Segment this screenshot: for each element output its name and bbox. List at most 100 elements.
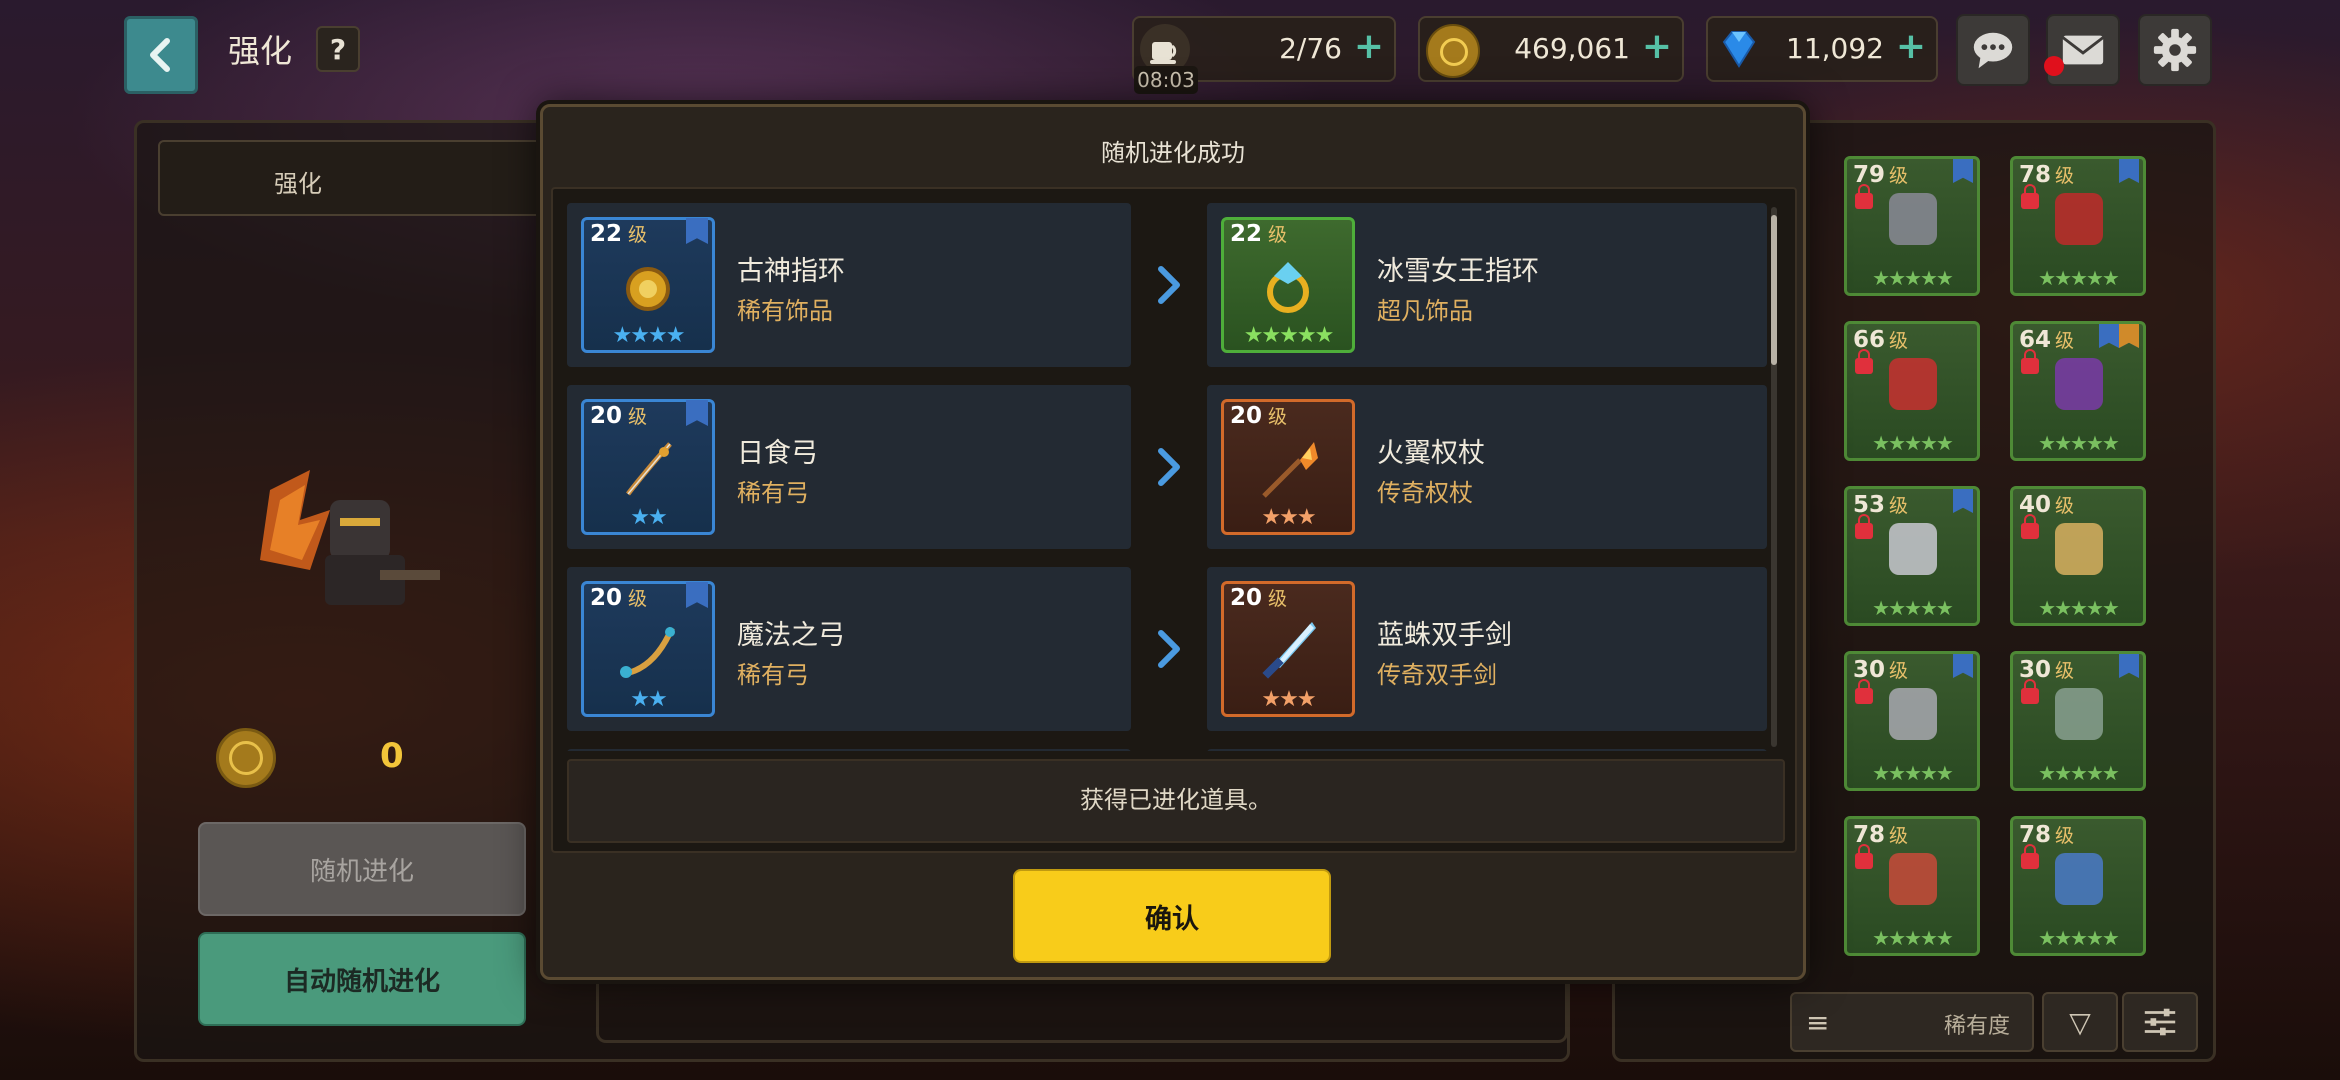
character-sprite bbox=[230, 450, 470, 630]
dialog-body: 22 级 ★★★★ 古神指环 稀有饰品 22 级 ★★★★★ 冰雪女王指环 超凡饰品 20 级 ★★ 日食… bbox=[551, 187, 1797, 853]
evolve-result-row: 20 级 ★★ 魔法之弓 稀有弓 20 级 ★★★ 蓝蛛双手剑 传奇双手剑 bbox=[567, 567, 1767, 731]
item-level: 22 级 bbox=[1230, 221, 1288, 247]
bookmark-icon bbox=[2119, 159, 2139, 183]
inventory-item[interactable]: 66 级 ★★★★★ bbox=[1844, 321, 1980, 461]
inventory-item[interactable]: 40 级 ★★★★★ bbox=[2010, 486, 2146, 626]
gold-display: 469,061 + bbox=[1418, 16, 1684, 82]
settings-button[interactable] bbox=[2138, 14, 2212, 86]
star-rating: ★★★★★ bbox=[1243, 323, 1335, 348]
filter-button[interactable] bbox=[2122, 992, 2198, 1052]
inventory-item[interactable]: 78 级 ★★★★★ bbox=[2010, 816, 2146, 956]
original-item: 20 级 ★★ 日食弓 稀有弓 bbox=[567, 385, 1131, 549]
evolved-item: 20 级 ★★★ 火翼权杖 传奇权杖 bbox=[1207, 385, 1767, 549]
sort-dropdown[interactable]: ≡ 稀有度 bbox=[1790, 992, 2034, 1052]
original-item: 22 级 ★★★★ 古神指环稀有饰品 bbox=[567, 203, 1131, 367]
filter-sliders-icon bbox=[2144, 1008, 2176, 1036]
star-rating: ★★★★★ bbox=[2038, 266, 2120, 290]
dialog-message: 获得已进化道具。 bbox=[567, 759, 1785, 843]
inventory-item[interactable]: 79 级 ★★★★★ bbox=[1844, 156, 1980, 296]
evolved-item: 22 级 ★★★★★ 冰雪女王指环 超凡饰品 bbox=[1207, 203, 1767, 367]
bookmark-icon bbox=[1953, 489, 1973, 513]
evolve-result-row: 22 级 ★★★★ 古神指环 稀有饰品 22 级 ★★★★★ 冰雪女王指环 超凡饰品 bbox=[567, 203, 1767, 367]
inventory-item[interactable]: 30 级 ★★★★★ bbox=[1844, 651, 1980, 791]
back-button[interactable] bbox=[124, 16, 198, 94]
sort-label: 稀有度 bbox=[1943, 1014, 2010, 1039]
item-name: 冰雪女王指环 bbox=[1377, 256, 1539, 287]
item-icon[interactable]: 20 级 ★★★ bbox=[1221, 399, 1355, 535]
bookmark-icon bbox=[686, 218, 708, 244]
item-level: 20 级 bbox=[1230, 585, 1288, 611]
chevron-right-icon bbox=[1158, 630, 1180, 668]
add-gems-button[interactable]: + bbox=[1896, 26, 1926, 67]
item-icon[interactable]: 20 级 ★★★ bbox=[1221, 581, 1355, 717]
chevron-left-icon bbox=[150, 38, 170, 72]
lock-icon bbox=[1855, 349, 1873, 374]
item-art bbox=[2055, 358, 2103, 410]
add-stamina-button[interactable]: + bbox=[1354, 26, 1384, 67]
item-icon[interactable]: 20 级 ★★ bbox=[581, 581, 715, 717]
item-art bbox=[1889, 193, 1937, 245]
star-rating: ★★★★ bbox=[612, 323, 686, 348]
item-art bbox=[1254, 620, 1322, 682]
inventory-item[interactable]: 64 级 ★★★★★ bbox=[2010, 321, 2146, 461]
item-name: 魔法之弓 bbox=[737, 620, 845, 651]
star-rating: ★★ bbox=[630, 505, 667, 530]
item-icon[interactable]: 22 级 ★★★★ bbox=[581, 217, 715, 353]
sort-direction-button[interactable]: ▽ bbox=[2042, 992, 2118, 1052]
item-art bbox=[614, 620, 682, 682]
item-level: 20 级 bbox=[590, 585, 648, 611]
item-type: 稀有饰品 bbox=[737, 297, 833, 325]
inventory-item[interactable]: 78 级 ★★★★★ bbox=[1844, 816, 1980, 956]
diamond-icon bbox=[1714, 24, 1764, 74]
add-gold-button[interactable]: + bbox=[1642, 26, 1672, 67]
gold-value: 469,061 bbox=[1514, 32, 1630, 65]
evolve-result-list[interactable]: 22 级 ★★★★ 古神指环 稀有饰品 22 级 ★★★★★ 冰雪女王指环 超凡饰品 20 级 ★★ 日食… bbox=[567, 203, 1767, 751]
star-rating: ★★★★★ bbox=[1872, 761, 1954, 785]
bookmark-icon bbox=[1953, 159, 1973, 183]
chat-button[interactable] bbox=[1956, 14, 2030, 86]
bookmark-icon bbox=[2099, 324, 2119, 348]
chevron-right-icon bbox=[1158, 266, 1180, 304]
item-art bbox=[2055, 853, 2103, 905]
auto-random-evolve-button[interactable]: 自动随机进化 bbox=[198, 932, 526, 1026]
evolve-result-row: 20 级 ★★ 日食弓 稀有弓 20 级 ★★★ 火翼权杖 传奇权杖 bbox=[567, 385, 1767, 549]
random-evolve-button[interactable]: 随机进化 bbox=[198, 822, 526, 916]
star-rating: ★★★ bbox=[1261, 505, 1316, 530]
lock-icon bbox=[2021, 679, 2039, 704]
mail-envelope-icon bbox=[2061, 35, 2105, 65]
item-art bbox=[2055, 688, 2103, 740]
star-rating: ★★★★★ bbox=[1872, 266, 1954, 290]
item-icon[interactable]: 20 级 ★★ bbox=[581, 399, 715, 535]
original-item: 20 级 ★★ 魔法之弓 稀有弓 bbox=[567, 567, 1131, 731]
inventory-item[interactable]: 53 级 ★★★★★ bbox=[1844, 486, 1980, 626]
evolved-item: 20 级 ★★★ 蓝蛛双手剑 传奇双手剑 bbox=[1207, 567, 1767, 731]
stamina-timer: 08:03 bbox=[1134, 66, 1198, 94]
tab-enhance-label: 强化 bbox=[274, 170, 322, 198]
item-name: 日食弓 bbox=[737, 438, 818, 469]
item-type: 超凡饰品 bbox=[1377, 297, 1473, 325]
chevron-right-icon bbox=[1158, 448, 1180, 486]
gold-coin-icon bbox=[216, 728, 276, 788]
gold-coin-icon bbox=[1426, 24, 1480, 78]
page-title: 强化 bbox=[228, 32, 293, 70]
item-level: 20 级 bbox=[590, 403, 648, 429]
inventory-item[interactable]: 30 级 ★★★★★ bbox=[2010, 651, 2146, 791]
lock-icon bbox=[2021, 514, 2039, 539]
star-rating: ★★★★★ bbox=[1872, 431, 1954, 455]
confirm-button[interactable]: 确认 bbox=[1013, 869, 1331, 963]
star-rating: ★★★★★ bbox=[1872, 596, 1954, 620]
tab-enhance[interactable]: 强化 bbox=[158, 140, 582, 216]
star-rating: ★★★★★ bbox=[1872, 926, 1954, 950]
gem-display: 11,092 + bbox=[1706, 16, 1938, 82]
item-name: 古神指环 bbox=[737, 256, 845, 287]
inventory-item[interactable]: 78 级 ★★★★★ bbox=[2010, 156, 2146, 296]
item-icon[interactable]: 22 级 ★★★★★ bbox=[1221, 217, 1355, 353]
dialog-title: 随机进化成功 bbox=[1101, 139, 1245, 167]
item-art bbox=[1889, 688, 1937, 740]
gear-icon bbox=[2153, 28, 2197, 72]
lock-icon bbox=[2021, 844, 2039, 869]
lock-icon bbox=[1855, 184, 1873, 209]
help-button[interactable]: ? bbox=[316, 26, 360, 72]
scrollbar-thumb[interactable] bbox=[1771, 215, 1777, 365]
lock-icon bbox=[1855, 679, 1873, 704]
